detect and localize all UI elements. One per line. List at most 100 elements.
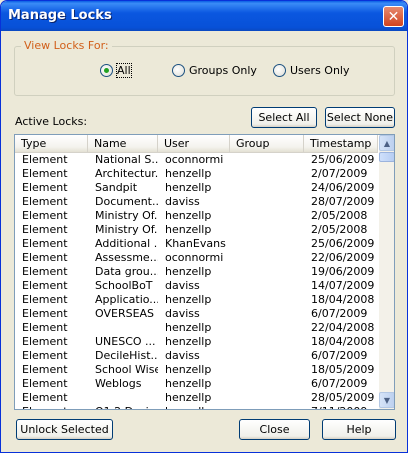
cell-name: School Wise: [95, 363, 158, 376]
column-header-name[interactable]: Name: [88, 135, 158, 153]
view-locks-legend: View Locks For:: [21, 39, 112, 52]
cell-name: National S...: [95, 153, 158, 166]
arrow-up-icon: ▲: [383, 138, 391, 148]
cell-group: [230, 209, 304, 223]
table-row[interactable]: Element Document... daviss 28/07/2009: [15, 195, 378, 209]
table-row[interactable]: Element National S... oconnormi 25/06/2009: [15, 153, 378, 167]
cell-timestamp: 18/04/2008: [311, 293, 375, 306]
vertical-scrollbar[interactable]: ▲ ▼: [379, 135, 394, 409]
cell-name: DecileHist...: [95, 349, 158, 362]
cell-type: Element: [22, 223, 68, 236]
cell-type: Element: [22, 335, 68, 348]
cell-name: Q1.2 Desi...: [88, 405, 158, 409]
radio-all-label[interactable]: All: [116, 63, 132, 78]
cell-name: Weblogs: [95, 377, 142, 390]
unlock-selected-button[interactable]: Unlock Selected: [16, 419, 113, 440]
cell-user: henzellp: [165, 223, 212, 236]
close-button[interactable]: Close: [239, 419, 310, 440]
cell-type: Element: [22, 167, 68, 180]
cell-group: [230, 153, 304, 167]
cell-name: Architectur...: [95, 167, 158, 180]
table-row[interactable]: Element Applicatio... henzellp 18/04/2008: [15, 293, 378, 307]
cell-user: henzellp: [165, 363, 212, 376]
radio-groups-only-label[interactable]: Groups Only: [189, 64, 257, 77]
cell-timestamp: 28/07/2009: [311, 195, 375, 208]
cell-group: [230, 195, 304, 209]
radio-groups-only[interactable]: Groups Only: [172, 64, 257, 77]
radio-all-indicator[interactable]: [100, 64, 113, 77]
radio-all[interactable]: All: [100, 63, 132, 78]
cell-type: Element: [22, 279, 68, 292]
cell-timestamp: 22/04/2008: [311, 321, 375, 334]
table-row[interactable]: Element School Wise henzellp 18/05/2009: [15, 363, 378, 377]
cell-timestamp: 6/07/2009: [311, 377, 368, 390]
close-icon: ✕: [387, 8, 400, 25]
cell-timestamp: 18/04/2008: [311, 335, 375, 348]
cell-name: UNESCO ...: [95, 335, 156, 348]
table-row[interactable]: Element Assessme... oconnormi 22/06/2009: [15, 251, 378, 265]
column-header-timestamp[interactable]: Timestamp: [304, 135, 378, 153]
cell-timestamp: 28/05/2009: [311, 391, 375, 404]
column-header-type[interactable]: Type: [15, 135, 88, 153]
cell-user: henzellp: [165, 377, 212, 390]
cell-user: henzellp: [165, 209, 212, 222]
cell-group: [230, 335, 304, 349]
column-header-user[interactable]: User: [158, 135, 230, 153]
close-window-button[interactable]: ✕: [383, 6, 404, 27]
cell-name: Applicatio...: [95, 293, 158, 306]
cell-group: [230, 349, 304, 363]
cell-timestamp: 2/05/2008: [311, 209, 368, 222]
radio-users-only[interactable]: Users Only: [273, 64, 350, 77]
cell-group: [230, 251, 304, 265]
cell-group: [230, 237, 304, 251]
radio-users-only-indicator[interactable]: [273, 64, 286, 77]
cell-timestamp: 25/06/2009: [311, 153, 375, 166]
cell-name: Document...: [95, 195, 158, 208]
cell-timestamp: 6/07/2009: [311, 307, 368, 320]
table-row[interactable]: Element Data grou... henzellp 19/06/2009: [15, 265, 378, 279]
table-row[interactable]: Element Ministry Of... henzellp 2/05/2008: [15, 209, 378, 223]
cell-type: Element: [22, 209, 68, 222]
scroll-up-button[interactable]: ▲: [379, 135, 394, 151]
cell-type: Element: [22, 377, 68, 390]
cell-name: SchoolBoT: [95, 279, 153, 292]
scroll-down-button[interactable]: ▼: [379, 392, 394, 408]
cell-type: Element: [22, 293, 68, 306]
scrollbar-thumb[interactable]: [379, 152, 394, 162]
cell-group: [230, 293, 304, 307]
view-locks-group: View Locks For: All Groups Only Users On…: [14, 39, 395, 96]
column-header-group[interactable]: Group: [230, 135, 304, 153]
table-row[interactable]: Element OVERSEAS daviss 6/07/2009: [15, 307, 378, 321]
help-button[interactable]: Help: [322, 419, 396, 440]
table-row[interactable]: Element henzellp 28/05/2009: [15, 391, 378, 405]
cell-type: Element: [22, 237, 68, 250]
cell-user: henzellp: [165, 265, 212, 278]
cell-name: [88, 321, 158, 335]
table-row[interactable]: Element henzellp 22/04/2008: [15, 321, 378, 335]
radio-users-only-label[interactable]: Users Only: [290, 64, 350, 77]
cell-name: [88, 391, 158, 405]
active-locks-list[interactable]: Type Name User Group Timestamp Element Na…: [14, 134, 395, 410]
table-row[interactable]: ElementQ1.2 Desi...henzellp 7/11/2009: [15, 405, 378, 409]
table-row[interactable]: Element SchoolBoT daviss 14/07/2009: [15, 279, 378, 293]
cell-timestamp: 6/07/2009: [311, 349, 368, 362]
table-row[interactable]: Element Architectur... henzellp 2/07/2009: [15, 167, 378, 181]
cell-group: [230, 307, 304, 321]
cell-type: Element: [22, 181, 68, 194]
table-row[interactable]: Element Additional ... KhanEvans 25/06/2009: [15, 237, 378, 251]
cell-timestamp: 18/05/2009: [311, 363, 375, 376]
select-all-button[interactable]: Select All: [251, 107, 317, 128]
table-row[interactable]: Element Sandpit henzellp 24/06/2009: [15, 181, 378, 195]
table-row[interactable]: Element UNESCO ... henzellp 18/04/2008: [15, 335, 378, 349]
table-row[interactable]: Element DecileHist... daviss 6/07/2009: [15, 349, 378, 363]
cell-type: Element: [22, 153, 68, 166]
table-row[interactable]: Element Ministry Of... henzellp 2/05/2008: [15, 223, 378, 237]
select-none-button[interactable]: Select None: [325, 107, 395, 128]
arrow-down-icon: ▼: [383, 395, 391, 405]
table-row[interactable]: Element Weblogs henzellp 6/07/2009: [15, 377, 378, 391]
cell-group: [230, 167, 304, 181]
cell-group: [230, 181, 304, 195]
title-bar[interactable]: Manage Locks ✕: [1, 1, 407, 31]
cell-name: Ministry Of...: [95, 209, 158, 222]
radio-groups-only-indicator[interactable]: [172, 64, 185, 77]
